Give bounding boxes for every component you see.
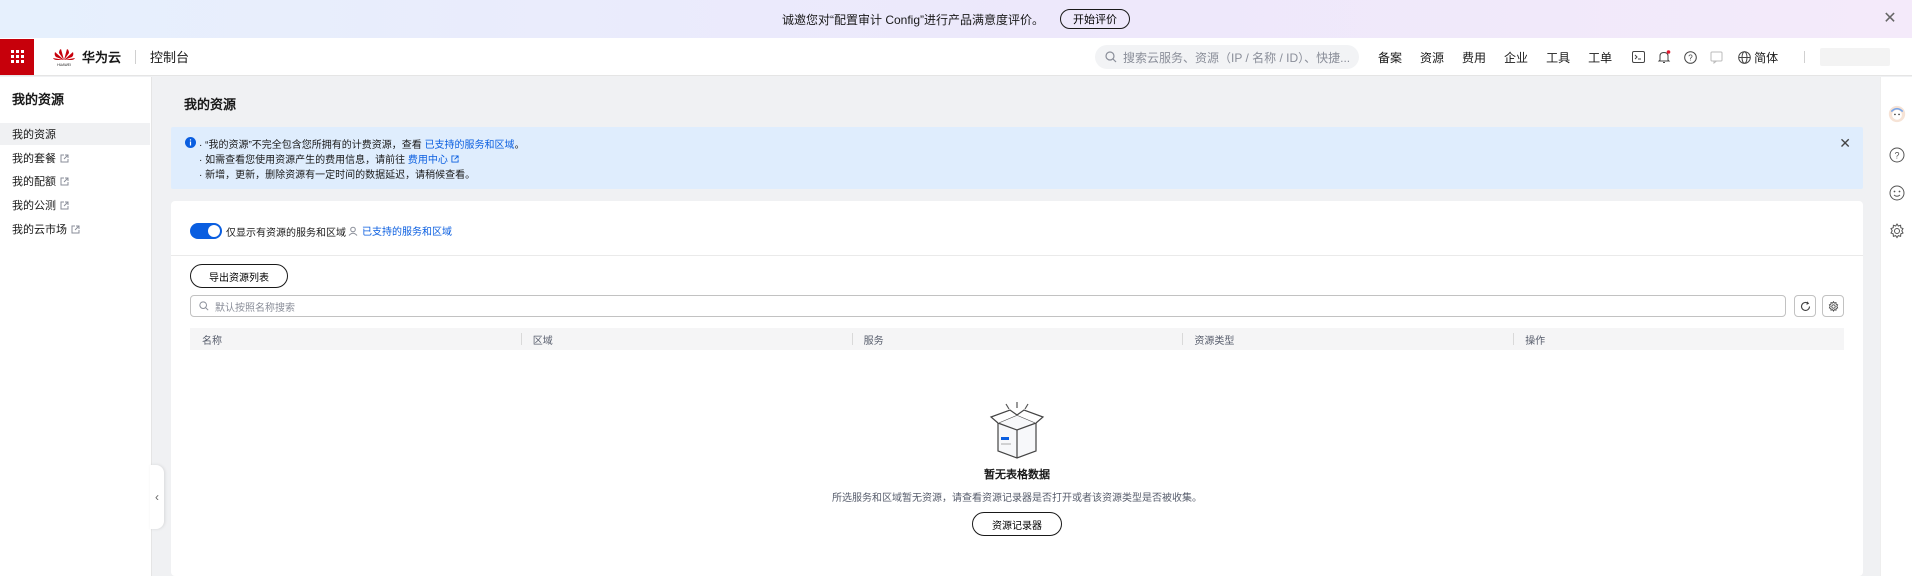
gear-icon [1828,300,1838,312]
svg-text:HUAWEI: HUAWEI [57,63,71,67]
banner-text: 诚邀您对“配置审计 Config”进行产品满意度评价。 [781,12,1044,27]
table-header: 名称 区域 服务 资源类型 操作 [190,328,1844,350]
sidebar-item-label: 我的配额 [12,176,56,188]
resource-card: 仅显示有资源的服务和区域 已支持的服务和区域 导出资源列表 默认按照名称搜索 名… [171,201,1863,576]
empty-state-description: 所选服务和区域暂无资源，请查看资源记录器是否打开或者该资源类型是否被收集。 [832,493,1202,504]
sidebar-item-label: 我的云市场 [12,224,67,236]
grid-icon [10,50,24,63]
gear-icon[interactable] [1888,222,1906,240]
sidebar-title: 我的资源 [12,92,65,107]
svg-text:?: ? [1688,53,1693,62]
survey-banner: 诚邀您对“配置审计 Config”进行产品满意度评价。 开始评价 ✕ [0,0,1912,38]
sidebar-item-label: 我的公测 [12,200,56,212]
help-icon[interactable]: ? [1682,49,1698,65]
notice-line-1: · “我的资源”不完全包含您所拥有的计费资源，查看 已支持的服务和区域。 [199,140,525,151]
start-evaluation-button[interactable]: 开始评价 [1060,9,1130,29]
nav-resources[interactable]: 资源 [1420,49,1444,66]
search-icon [199,301,209,311]
external-link-icon [71,225,80,233]
nav-tools[interactable]: 工具 [1546,49,1570,66]
external-link-icon [451,155,459,163]
assistant-avatar-icon[interactable] [1888,105,1906,123]
info-icon [185,137,196,148]
top-header: HUAWEI 华为云 控制台 搜索云服务、资源（IP / 名称 / ID）、快捷… [0,38,1912,76]
huawei-cloud-logo[interactable]: HUAWEI 华为云 [52,47,121,67]
smiley-feedback-icon[interactable] [1888,184,1906,202]
export-resource-list-button[interactable]: 导出资源列表 [190,264,288,288]
sidebar-item-my-packages[interactable]: 我的套餐 [0,147,150,169]
notice-line-2: · 如需查看您使用资源产生的费用信息，请前往 费用中心 [199,151,459,166]
table-search-input[interactable]: 默认按照名称搜索 [190,295,1786,317]
nav-tickets[interactable]: 工单 [1588,49,1612,66]
cloud-shell-icon[interactable] [1630,49,1646,65]
header-divider-2 [1804,51,1805,63]
search-icon [1105,51,1117,63]
empty-box-icon [989,402,1045,459]
refresh-icon [1800,300,1810,311]
notice-line-3: · 新增，更新，删除资源有一定时间的数据延迟，请稍候查看。 [199,170,476,181]
nav-billing[interactable]: 费用 [1462,49,1486,66]
logo-text: 华为云 [82,50,122,65]
global-search-input[interactable]: 搜索云服务、资源（IP / 名称 / ID）、快捷... [1095,45,1359,69]
nav-enterprise[interactable]: 企业 [1504,49,1528,66]
toggle-label: 仅显示有资源的服务和区域 [226,228,346,239]
svg-text:?: ? [1894,151,1899,161]
right-rail: ? [1880,77,1912,576]
sidebar-item-label: 我的资源 [12,129,56,141]
refresh-button[interactable] [1794,295,1816,317]
table-search-placeholder: 默认按照名称搜索 [215,302,295,314]
console-link[interactable]: 控制台 [150,47,189,66]
close-icon[interactable]: ✕ [1839,135,1851,152]
sidebar-item-label: 我的套餐 [12,153,56,165]
resource-recorder-button[interactable]: 资源记录器 [972,512,1062,536]
sidebar-item-my-quotas[interactable]: 我的配额 [0,170,150,192]
language-label: 简体 [1754,50,1779,65]
notification-bell-icon[interactable] [1656,49,1672,65]
sidebar-item-my-resources[interactable]: 我的资源 [0,123,150,145]
service-list-button[interactable] [0,38,34,75]
search-placeholder: 搜索云服务、资源（IP / 名称 / ID）、快捷... [1123,50,1351,65]
help-icon[interactable]: ? [1888,146,1906,164]
nav-filing[interactable]: 备案 [1378,49,1402,66]
info-notice: · “我的资源”不完全包含您所拥有的计费资源，查看 已支持的服务和区域。 · 如… [171,127,1863,189]
external-link-icon [60,154,69,162]
feedback-icon[interactable] [1708,49,1724,65]
billing-center-link[interactable]: 费用中心 [408,155,448,166]
account-menu[interactable] [1820,48,1890,66]
chevron-left-icon: ‹ [155,490,159,504]
sidebar-item-my-beta[interactable]: 我的公测 [0,194,150,216]
column-service[interactable]: 服务 [851,328,1183,350]
column-name[interactable]: 名称 [190,328,521,350]
header-nav: 备案 资源 费用 企业 工具 工单 ? 简体 [1378,38,1778,76]
language-switch[interactable]: 简体 [1738,49,1778,66]
empty-state-title: 暂无表格数据 [984,469,1050,481]
close-icon[interactable]: ✕ [1882,11,1898,27]
globe-icon [1738,50,1751,64]
column-resource-type[interactable]: 资源类型 [1182,328,1513,350]
show-with-resources-toggle[interactable] [190,223,222,239]
column-region[interactable]: 区域 [520,328,852,350]
header-divider [135,49,137,64]
sidebar-item-my-marketplace[interactable]: 我的云市场 [0,218,150,240]
huawei-logo-icon: HUAWEI [53,48,75,67]
left-sidebar: 我的资源 我的资源 我的套餐 我的配额 我的公测 我的云市场 [0,77,152,576]
supported-services-link[interactable]: 已支持的服务和区域 [425,140,515,151]
card-divider [171,255,1863,256]
external-link-icon [60,201,69,209]
supported-services-link-2[interactable]: 已支持的服务和区域 [348,223,452,238]
sidebar-collapse-handle[interactable]: ‹ [150,465,164,529]
table-settings-button[interactable] [1822,295,1844,317]
column-actions: 操作 [1513,328,1844,350]
page-title: 我的资源 [184,97,237,112]
external-link-icon [60,177,69,185]
user-icon [348,226,358,236]
